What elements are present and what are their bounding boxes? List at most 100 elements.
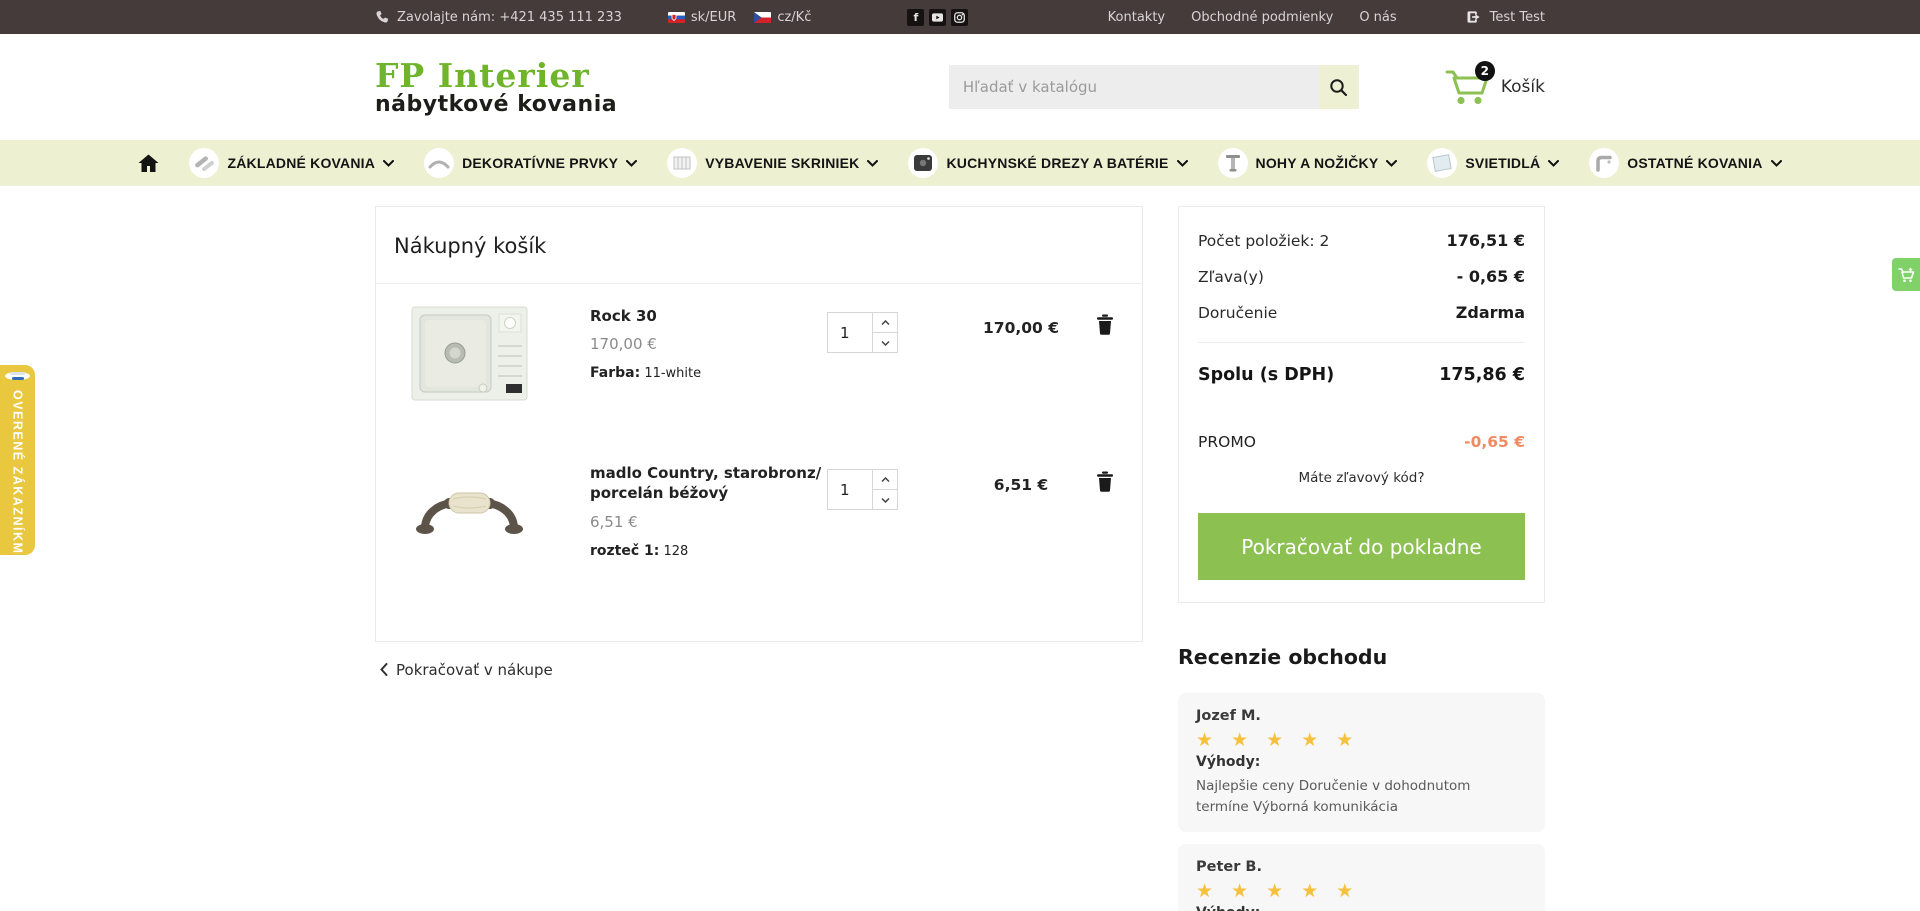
category-bracket-icon [1589,148,1620,178]
quantity-stepper[interactable]: 1 [827,469,898,510]
search-input[interactable] [948,65,1319,109]
attribute-label: rozteč 1: [590,542,660,559]
nav-label: DEKORATÍVNE PRVKY [462,155,619,171]
category-basket-icon [667,148,698,178]
youtube-icon[interactable] [929,8,947,26]
promo-code-value: -0,65 € [1464,433,1525,451]
remove-item-button[interactable] [1096,471,1114,495]
search-button[interactable] [1318,65,1359,109]
promo-code-label: PROMO [1198,433,1256,451]
quantity-stepper[interactable]: 1 [827,312,898,353]
flag-cz-icon [754,11,772,23]
shipping-label: Doručenie [1198,304,1278,322]
logo-line1: FP Interier [375,55,590,95]
review-author: Peter B. [1196,858,1262,875]
header: FP Interier nábytkové kovania 2 Košík [0,34,1920,140]
home-icon [138,154,159,172]
instagram-icon[interactable] [951,8,969,26]
chevron-down-icon [867,159,879,167]
nav-item-kuchynske-drezy[interactable]: KUCHYNSKÉ DREZY A BATÉRIE [908,148,1188,178]
nav-label: NOHY A NOŽIČKY [1255,155,1379,171]
nav-label: KUCHYNSKÉ DREZY A BATÉRIE [946,155,1169,171]
chevron-down-icon [626,159,638,167]
chevron-down-icon [383,159,395,167]
reviews-title: Recenzie obchodu [1178,645,1388,669]
trash-icon [1097,471,1113,492]
link-kontakty[interactable]: Kontakty [1108,10,1165,25]
discount-value: - 0,65 € [1456,267,1525,286]
product-info: madlo Country, starobronz/ porcelán béžo… [590,463,827,559]
home-button[interactable] [138,154,159,173]
handle-product-image [416,492,523,534]
flag-sk-icon [667,11,685,23]
nav-item-svietidla[interactable]: SVIETIDLÁ [1427,148,1560,178]
main-content: Nákupný košík Rock 30 170,00 € Farba: 11… [375,206,1545,911]
verified-customers-badge[interactable]: OVERENÉ ZÁKAZNÍKMI [0,365,35,559]
cart-item-row: Rock 30 170,00 € Farba: 11-white 1 170,0… [376,284,1142,427]
quantity-increase-button[interactable] [873,470,897,490]
chevron-down-icon [1386,159,1398,167]
quantity-decrease-button[interactable] [873,333,897,352]
quantity-decrease-button[interactable] [873,490,897,509]
review-pros-label: Výhody: [1196,754,1261,770]
facebook-icon[interactable]: f [907,8,925,26]
phone-contact: Zavolajte nám: +421 435 111 233 [375,10,622,25]
review-author: Jozef M. [1196,708,1261,724]
cart-count-badge: 2 [1474,61,1495,81]
discount-label: Zľava(y) [1198,268,1264,286]
quantity-value[interactable]: 1 [828,470,872,509]
category-sink-icon [908,148,939,178]
chevron-down-icon [1548,159,1560,167]
language-cz-label: cz/Kč [777,9,812,25]
search-bar [948,65,1359,109]
product-image[interactable] [411,306,528,405]
cart-column: Nákupný košík Rock 30 170,00 € Farba: 11… [375,206,1143,679]
trash-icon [1097,314,1113,335]
add-to-cart-icon [1897,267,1914,282]
product-name[interactable]: Rock 30 [590,306,827,326]
review-stars: ★ ★ ★ ★ ★ [1196,879,1360,902]
link-o-nas[interactable]: O nás [1359,10,1396,25]
nav-item-ostatne-kovania[interactable]: OSTATNÉ KOVANIA [1589,148,1782,178]
nav-label: ZÁKLADNÉ KOVANIA [227,155,376,171]
product-unit-price: 6,51 € [590,512,638,531]
continue-shopping-link[interactable]: Pokračovať v nákupe [380,661,1143,679]
quantity-increase-button[interactable] [873,313,897,333]
phone-icon [376,10,389,23]
review-text: Najlepšie ceny Doručenie v dohodnutom te… [1196,778,1471,815]
language-sk-label: sk/EUR [690,9,737,25]
product-image[interactable] [411,463,528,555]
product-name[interactable]: madlo Country, starobronz/ porcelán béžo… [590,463,827,504]
quantity-value[interactable]: 1 [828,313,872,352]
voucher-code-link[interactable]: Máte zľavový kód? [1198,470,1525,486]
product-unit-price: 170,00 € [590,335,657,354]
right-column: Počet položiek: 2 176,51 € Zľava(y) - 0,… [1178,206,1545,911]
nav-item-zakladne-kovania[interactable]: ZÁKLADNÉ KOVANIA [189,148,395,178]
nav-item-nohy-a-nozicky[interactable]: NOHY A NOŽIČKY [1217,148,1398,178]
user-name: Test Test [1489,9,1545,25]
quick-cart-tab[interactable] [1892,258,1920,291]
remove-item-button[interactable] [1096,314,1114,338]
items-total-value: 176,51 € [1446,231,1525,250]
category-handle-icon [424,148,455,178]
chevron-left-icon [380,663,388,676]
nav-item-vybavenie-skriniek[interactable]: VYBAVENIE SKRINIEK [667,148,879,178]
nav-item-dekorativne-prvky[interactable]: DEKORATÍVNE PRVKY [424,148,638,178]
main-navigation: ZÁKLADNÉ KOVANIA DEKORATÍVNE PRVKY VYBAV… [0,140,1920,186]
review-card: Jozef M. ★ ★ ★ ★ ★ Výhody: Najlepšie cen… [1178,693,1545,832]
site-logo[interactable]: FP Interier nábytkové kovania [375,59,617,116]
checkout-button[interactable]: Pokračovať do pokladne [1198,513,1525,580]
social-links: f [907,8,969,26]
language-cz-kc[interactable]: cz/Kč [754,10,811,25]
account-user[interactable]: Test Test [1467,10,1545,25]
nav-label: VYBAVENIE SKRINIEK [705,155,860,171]
continue-shopping-label: Pokračovať v nákupe [396,660,553,679]
language-sk-eur[interactable]: sk/EUR [667,9,737,25]
topbar-links: Kontakty Obchodné podmienky O nás [1108,10,1397,25]
category-hinges-icon [189,148,220,178]
category-leg-icon [1217,148,1248,178]
attribute-value: 11-white [644,366,702,382]
shipping-value: Zdarma [1455,303,1525,322]
header-cart[interactable]: 2 Košík [1445,61,1545,107]
link-obchodne-podmienky[interactable]: Obchodné podmienky [1191,10,1333,25]
